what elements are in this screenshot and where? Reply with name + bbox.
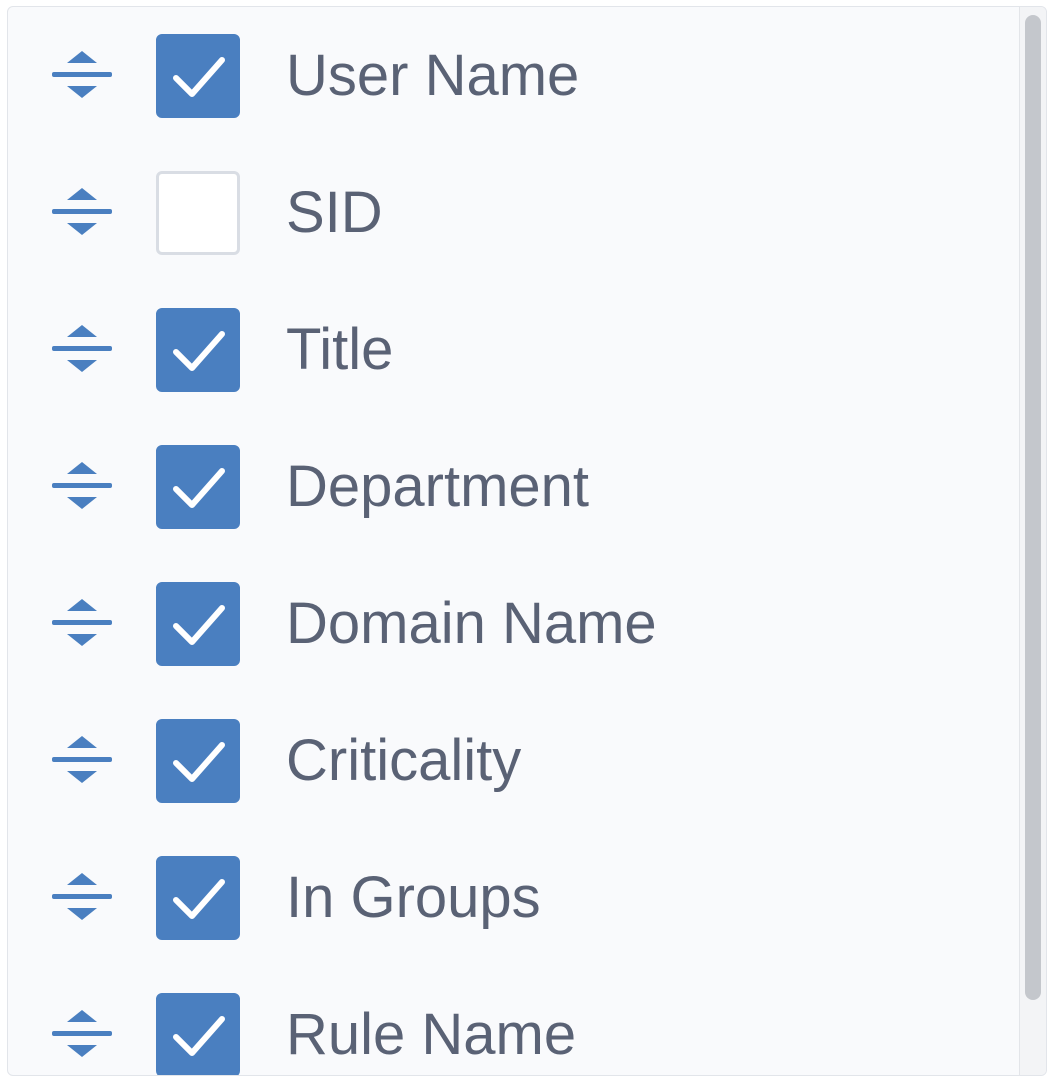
column-picker-panel: User Name SID Title Department Domain Na… [7, 6, 1047, 1076]
column-label-user-name: User Name [286, 43, 580, 108]
column-item-in-groups: In Groups [8, 829, 1020, 966]
drag-handle-icon[interactable] [48, 728, 116, 792]
drag-handle-icon[interactable] [48, 1002, 116, 1066]
column-label-sid: SID [286, 180, 383, 245]
column-checkbox-criticality[interactable] [156, 719, 240, 803]
drag-handle-icon[interactable] [48, 591, 116, 655]
column-label-criticality: Criticality [286, 728, 522, 793]
drag-handle-icon[interactable] [48, 317, 116, 381]
column-checkbox-title[interactable] [156, 308, 240, 392]
column-label-domain-name: Domain Name [286, 591, 657, 656]
column-list: User Name SID Title Department Domain Na… [8, 7, 1020, 1075]
drag-handle-icon[interactable] [48, 454, 116, 518]
column-checkbox-rule-name[interactable] [156, 993, 240, 1075]
column-checkbox-sid[interactable] [156, 171, 240, 255]
column-label-rule-name: Rule Name [286, 1002, 577, 1067]
vertical-scrollbar[interactable] [1019, 7, 1046, 1075]
column-checkbox-domain-name[interactable] [156, 582, 240, 666]
column-item-rule-name: Rule Name [8, 966, 1020, 1075]
column-item-criticality: Criticality [8, 692, 1020, 829]
column-item-sid: SID [8, 144, 1020, 281]
column-item-domain-name: Domain Name [8, 555, 1020, 692]
column-checkbox-in-groups[interactable] [156, 856, 240, 940]
drag-handle-icon[interactable] [48, 180, 116, 244]
column-checkbox-department[interactable] [156, 445, 240, 529]
column-item-title: Title [8, 281, 1020, 418]
column-item-department: Department [8, 418, 1020, 555]
column-checkbox-user-name[interactable] [156, 34, 240, 118]
drag-handle-icon[interactable] [48, 865, 116, 929]
column-label-in-groups: In Groups [286, 865, 541, 930]
drag-handle-icon[interactable] [48, 43, 116, 107]
scrollbar-thumb[interactable] [1025, 15, 1041, 1000]
column-item-user-name: User Name [8, 7, 1020, 144]
column-label-department: Department [286, 454, 590, 519]
column-label-title: Title [286, 317, 394, 382]
